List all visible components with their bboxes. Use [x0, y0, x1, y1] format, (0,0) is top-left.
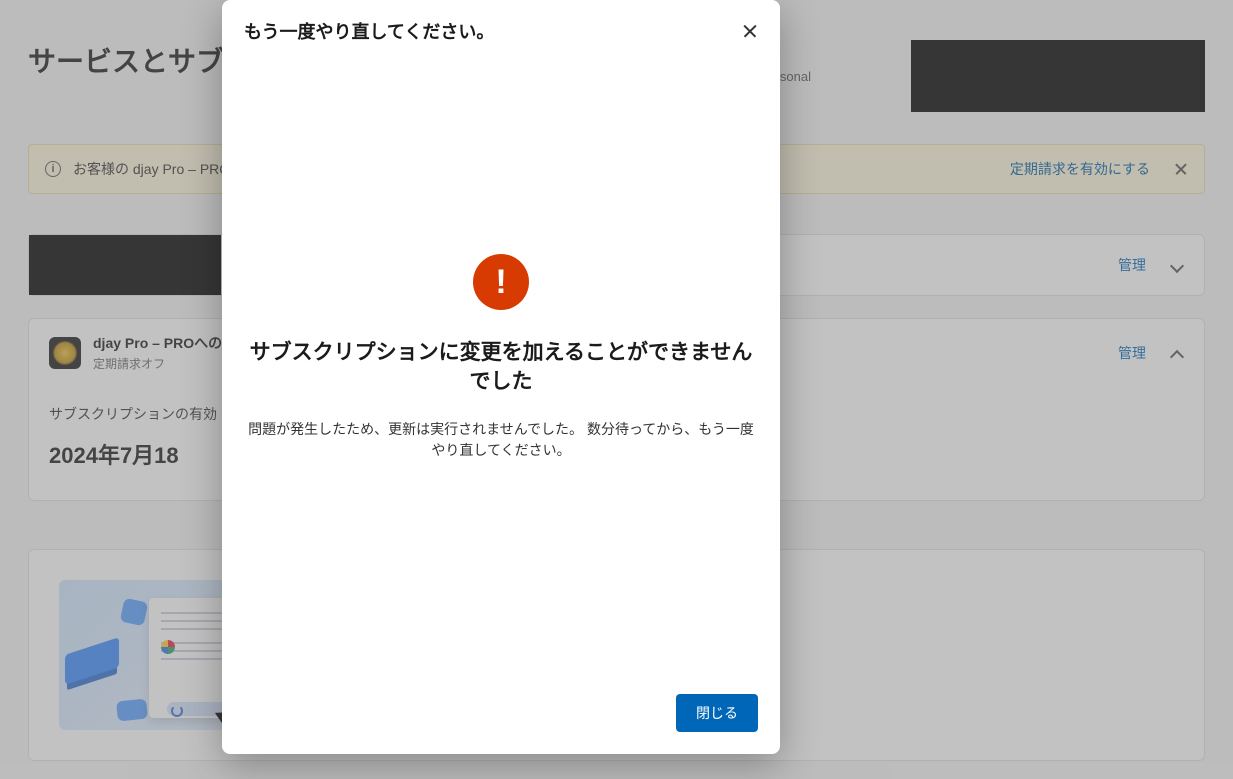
dialog-error-description: 問題が発生したため、更新は実行されませんでした。 数分待ってから、もう一度やり直…	[246, 419, 756, 461]
page-root: サービスとサブス Personal お客様の djay Pro – PRO 定期…	[0, 0, 1233, 779]
dialog-body: ! サブスクリプションに変更を加えることができませんでした 問題が発生したため、…	[222, 44, 780, 676]
close-icon[interactable]	[742, 23, 758, 39]
dialog-header: もう一度やり直してください。	[222, 0, 780, 44]
close-button[interactable]: 閉じる	[676, 694, 758, 732]
dialog-error-title: サブスクリプションに変更を加えることができませんでした	[246, 338, 756, 397]
error-icon: !	[473, 254, 529, 310]
dialog-footer: 閉じる	[222, 676, 780, 754]
error-dialog: もう一度やり直してください。 ! サブスクリプションに変更を加えることができませ…	[222, 0, 780, 754]
dialog-title: もう一度やり直してください。	[244, 18, 494, 44]
